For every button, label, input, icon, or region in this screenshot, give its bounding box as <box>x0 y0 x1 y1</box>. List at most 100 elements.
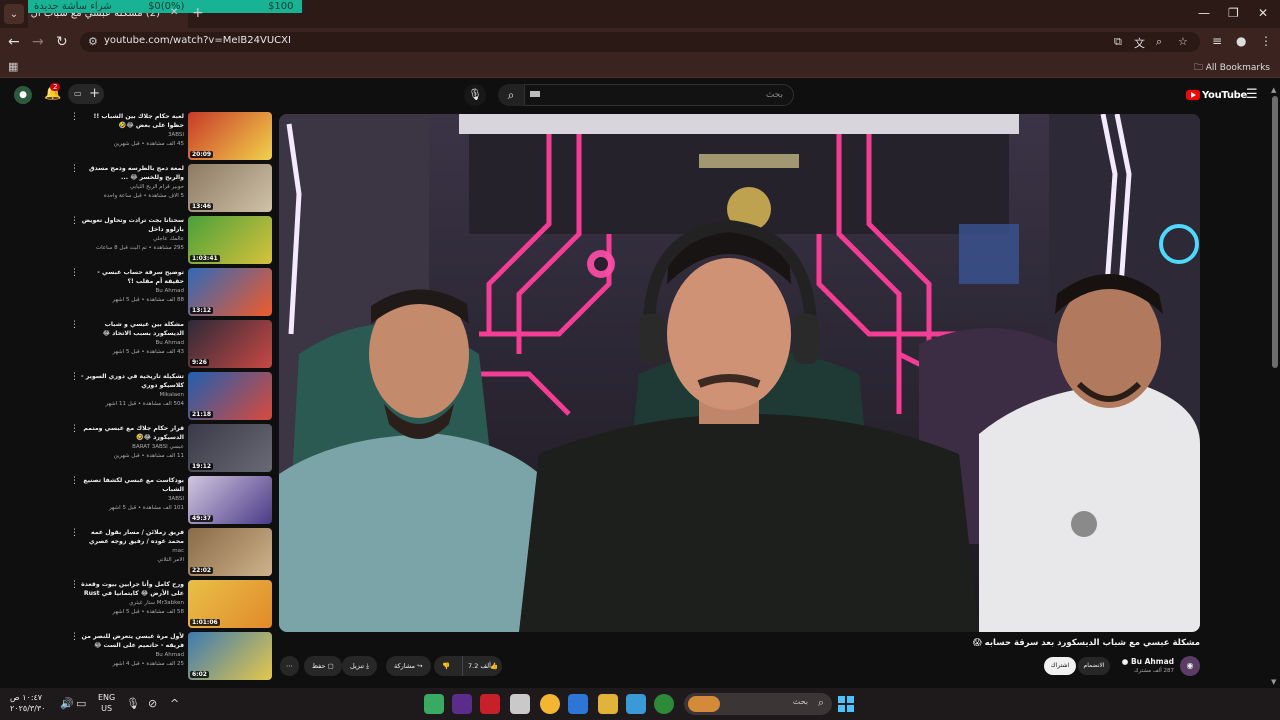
more-options-icon[interactable]: ⋮ <box>70 528 79 538</box>
more-options-icon[interactable]: ⋮ <box>70 424 79 434</box>
channel-name[interactable]: ● Bu Ahmad <box>1110 657 1174 666</box>
channel-avatar[interactable]: ◉ <box>1180 656 1200 676</box>
taskbar-app-chrome-icon[interactable] <box>540 694 560 714</box>
url-text[interactable]: youtube.com/watch?v=MeIB24VUCXI <box>104 35 291 46</box>
tab-search-icon[interactable]: ⌄ <box>4 4 24 24</box>
profile-icon[interactable]: ● <box>1236 34 1246 48</box>
related-video-item[interactable]: 6:02 لأول مرة عبسي يتعرض للنصر من فريقه -… <box>60 632 274 682</box>
related-video-title[interactable]: لمعة دمج بالطرسه ودمج مسدق والربح وللخسر… <box>80 164 184 182</box>
input-language[interactable]: ENG US <box>98 692 115 714</box>
volume-icon[interactable]: 🔊 <box>60 697 74 710</box>
taskbar-app-xbox-icon[interactable] <box>654 694 674 714</box>
start-windows-icon[interactable] <box>836 694 856 714</box>
related-video-title[interactable]: فريق زملائن / مسار بقول عمه محمد غوده / … <box>80 528 184 546</box>
save-button[interactable]: حفظ ▢ <box>304 656 342 676</box>
more-options-icon[interactable]: ⋮ <box>70 372 79 382</box>
download-button[interactable]: تنزيل ⤓ <box>342 656 378 676</box>
related-video-channel[interactable]: Mr3abken ستار غيثري <box>80 600 184 606</box>
related-video-item[interactable]: 20:09 لعبة حكام جلاك بين الشباب !! حظوا ع… <box>60 112 274 162</box>
related-video-thumbnail[interactable]: 6:02 <box>188 632 272 680</box>
related-video-title[interactable]: مشكلة بين عبسي و شباب الديسكورد بسبب الا… <box>80 320 184 338</box>
page-scrollbar-thumb[interactable] <box>1272 96 1278 368</box>
taskbar-app-store-icon[interactable] <box>510 694 530 714</box>
related-video-thumbnail[interactable]: 1:01:06 <box>188 580 272 628</box>
omnibox[interactable]: ⚙ youtube.com/watch?v=MeIB24VUCXI ⧉ 文 ⌕ … <box>80 32 1200 52</box>
related-video-thumbnail[interactable]: 9:26 <box>188 320 272 368</box>
more-options-icon[interactable]: ⋮ <box>70 112 79 122</box>
install-app-icon[interactable]: ⧉ <box>1114 35 1122 49</box>
search-input[interactable] <box>524 84 794 106</box>
related-video-item[interactable]: 22:02 فريق زملائن / مسار بقول عمه محمد غو… <box>60 528 274 578</box>
like-icon[interactable]: 👍 <box>490 656 498 676</box>
more-options-icon[interactable]: ⋮ <box>70 164 79 174</box>
more-options-icon[interactable]: ⋮ <box>70 268 79 278</box>
related-video-thumbnail[interactable]: 21:18 <box>188 372 272 420</box>
related-video-title[interactable]: قرار حكام جلاك مع عبسي ومتمم الدسيكورد 😂… <box>80 424 184 442</box>
related-video-title[interactable]: لعبة حكام جلاك بين الشباب !! حظوا على بع… <box>80 112 184 130</box>
taskbar-app-edge-icon[interactable] <box>568 694 588 714</box>
scroll-down-arrow-icon[interactable]: ▼ <box>1271 678 1276 686</box>
zoom-icon[interactable]: ⌕ <box>1156 35 1162 49</box>
translate-icon[interactable]: 文 <box>1134 35 1145 51</box>
dislike-icon[interactable]: 👎 <box>442 656 450 676</box>
scroll-up-arrow-icon[interactable]: ▲ <box>1271 86 1276 94</box>
video-player[interactable] <box>279 114 1200 632</box>
related-video-item[interactable]: 19:12 قرار حكام جلاك مع عبسي ومتمم الدسيك… <box>60 424 274 474</box>
related-video-title[interactable]: سحتانا بجت ترادت وتحاول تعويض بارلوو داخ… <box>80 216 184 234</box>
share-button[interactable]: مشاركة ↪ <box>386 656 431 676</box>
related-video-item[interactable]: 13:12 توضيح سرقة حساب عبسي - حقيقة أم مقل… <box>60 268 274 318</box>
site-info-icon[interactable]: ⚙ <box>88 35 98 48</box>
minimize-icon[interactable]: — <box>1198 6 1210 20</box>
like-count[interactable]: 7.2 ألف <box>468 656 491 676</box>
guide-menu-icon[interactable]: ☰ <box>1246 87 1258 102</box>
subscribe-button[interactable]: اشتراك <box>1044 657 1076 675</box>
related-video-thumbnail[interactable]: 13:46 <box>188 164 272 212</box>
camera-off-icon[interactable]: ⊘ <box>148 697 157 710</box>
notifications-bell-icon[interactable]: 🔔 2 <box>44 83 61 101</box>
keyboard-icon[interactable] <box>530 91 540 97</box>
related-video-title[interactable]: بودكاست مع عبسي لكشفا تصنيع الشباب <box>80 476 184 494</box>
media-controls-icon[interactable]: ≡ <box>1212 34 1222 48</box>
tray-overflow-icon[interactable]: ^ <box>170 697 179 710</box>
related-video-title[interactable]: ورح كامل وأنا جرابين بيوت وقعدة على الأر… <box>80 580 184 598</box>
forward-icon[interactable]: → <box>32 34 44 50</box>
related-video-channel[interactable]: mac <box>80 548 184 554</box>
related-video-title[interactable]: تشكيلة تاريخية في دوري السوبر - كلاسيكو … <box>80 372 184 390</box>
create-button[interactable]: ▭ + <box>68 84 104 104</box>
more-options-icon[interactable]: ⋮ <box>70 216 79 226</box>
new-tab-button[interactable]: + <box>192 5 204 21</box>
more-options-icon[interactable]: ⋮ <box>70 476 79 486</box>
more-actions-button[interactable]: ⋯ <box>280 656 299 676</box>
related-video-thumbnail[interactable]: 19:12 <box>188 424 272 472</box>
related-video-thumbnail[interactable]: 22:02 <box>188 528 272 576</box>
related-video-channel[interactable]: Bu Ahmad <box>80 652 184 658</box>
back-icon[interactable]: ← <box>8 34 20 50</box>
maximize-icon[interactable]: ❐ <box>1228 6 1239 20</box>
related-video-item[interactable]: 1:01:06 ورح كامل وأنا جرابين بيوت وقعدة ع… <box>60 580 274 630</box>
related-video-channel[interactable]: Mikalaen <box>80 392 184 398</box>
tab-close-icon[interactable]: ✕ <box>170 7 178 18</box>
microphone-icon[interactable]: 🎙 <box>126 697 140 710</box>
related-video-channel[interactable]: عبسي BARAT 3ABSI <box>80 444 184 450</box>
related-video-channel[interactable]: 3ABSI <box>80 132 184 138</box>
join-button[interactable]: الانضمام <box>1078 657 1110 675</box>
apps-grid-icon[interactable]: ▦ <box>8 60 18 73</box>
related-video-thumbnail[interactable]: 20:09 <box>188 112 272 160</box>
related-video-channel[interactable]: 3ABSI <box>80 496 184 502</box>
related-video-channel[interactable]: حوبير قرام الربح الثيابي <box>80 184 184 190</box>
more-options-icon[interactable]: ⋮ <box>70 632 79 642</box>
taskbar-search-box[interactable]: بحث ⌕ <box>684 693 832 715</box>
taskbar-app-terminal-icon[interactable] <box>424 694 444 714</box>
more-options-icon[interactable]: ⋮ <box>70 580 79 590</box>
close-window-icon[interactable]: ✕ <box>1258 6 1268 20</box>
account-avatar[interactable]: ● <box>14 86 32 104</box>
search-button[interactable]: ⌕ <box>498 84 524 106</box>
chrome-menu-icon[interactable]: ⋮ <box>1260 34 1272 48</box>
taskbar-app-files-icon[interactable] <box>598 694 618 714</box>
all-bookmarks-button[interactable]: 🗀 All Bookmarks <box>1194 60 1270 76</box>
voice-search-mic-icon[interactable]: 🎙 <box>464 84 486 106</box>
related-video-channel[interactable]: Bu Ahmad <box>80 340 184 346</box>
more-options-icon[interactable]: ⋮ <box>70 320 79 330</box>
youtube-logo[interactable]: YouTube <box>1186 88 1247 102</box>
related-video-item[interactable]: 49:37 بودكاست مع عبسي لكشفا تصنيع الشباب 3… <box>60 476 274 526</box>
